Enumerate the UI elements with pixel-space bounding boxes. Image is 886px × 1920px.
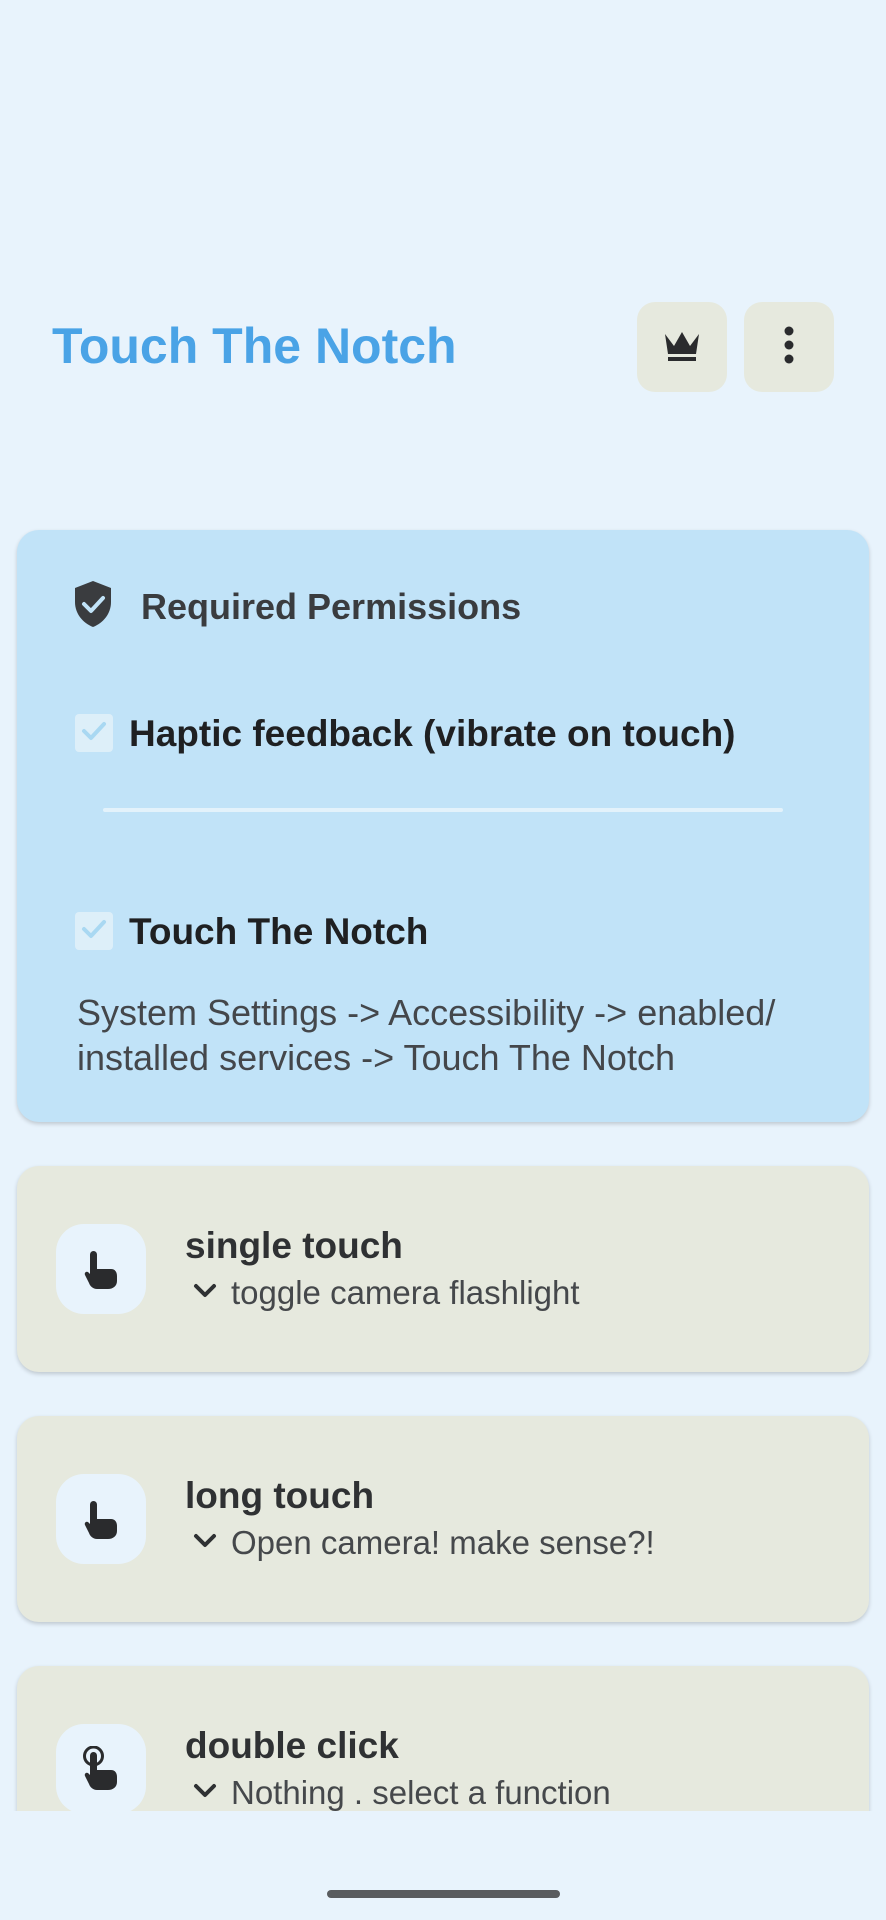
action-dropdown[interactable]: Open camera! make sense?! [193,1522,655,1564]
touch-icon [56,1224,146,1314]
action-value: toggle camera flashlight [231,1274,580,1311]
chevron-down-icon [193,1533,217,1554]
shield-check-icon [73,580,113,633]
app-title: Touch The Notch [52,318,457,374]
accessibility-service-label[interactable]: Touch The Notch [129,909,428,955]
crown-icon [663,328,701,367]
premium-button[interactable] [637,302,727,392]
scroll-area-clip: double click Nothing . select a function [0,1650,886,1811]
action-title: long touch [185,1475,375,1516]
haptic-feedback-checkbox[interactable] [75,714,113,752]
check-icon [81,918,107,945]
action-value: Nothing . select a function [231,1774,611,1811]
action-dropdown[interactable]: Nothing . select a function [193,1772,611,1811]
permissions-card: Required Permissions Haptic feedback (vi… [17,530,869,1122]
action-card-single-touch[interactable]: single touch toggle camera flashlight [17,1166,869,1372]
accessibility-service-checkbox[interactable] [75,912,113,950]
touch-icon [56,1474,146,1564]
divider [103,808,783,812]
action-card-double-click[interactable]: double click Nothing . select a function [17,1666,869,1811]
action-dropdown[interactable]: toggle camera flashlight [193,1272,580,1314]
more-options-button[interactable] [744,302,834,392]
permissions-title: Required Permissions [141,585,522,627]
permissions-header: Required Permissions [73,580,521,633]
more-vertical-icon [784,326,794,369]
chevron-down-icon [193,1783,217,1804]
action-title: double click [185,1725,399,1766]
double-tap-icon [56,1724,146,1811]
haptic-feedback-label[interactable]: Haptic feedback (vibrate on touch) [129,711,736,757]
action-value: Open camera! make sense?! [231,1524,655,1561]
home-indicator[interactable] [327,1890,560,1898]
accessibility-instructions: System Settings -> Accessibility -> enab… [77,992,776,1078]
chevron-down-icon [193,1283,217,1304]
check-icon [81,720,107,747]
action-card-long-touch[interactable]: long touch Open camera! make sense?! [17,1416,869,1622]
action-title: single touch [185,1225,403,1266]
